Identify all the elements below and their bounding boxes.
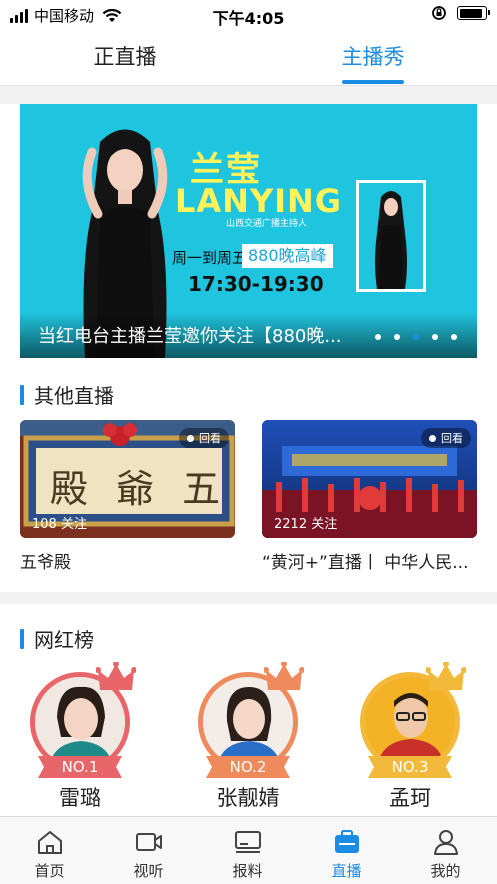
replay-label: 回看 xyxy=(199,432,221,445)
rank-number: NO.1 xyxy=(61,758,99,776)
nav-label: 报料 xyxy=(232,862,263,880)
status-right xyxy=(431,5,490,21)
plaque-text: 殿 爺 五 xyxy=(50,467,229,511)
rank-item[interactable]: NO.3 孟珂 xyxy=(340,662,480,812)
banner-caption: 当红电台主播兰莹邀你关注【880晚... xyxy=(38,326,342,347)
profile-icon xyxy=(434,830,458,855)
section-title: 其他直播 xyxy=(34,384,114,408)
orientation-lock-icon xyxy=(432,6,446,20)
carousel-dot[interactable] xyxy=(432,334,438,340)
replay-badge: 回看 xyxy=(421,428,471,448)
carousel-dots[interactable] xyxy=(375,334,457,340)
viewer-count: 108 关注 xyxy=(32,517,87,532)
divider-band xyxy=(0,592,497,604)
nav-video[interactable]: 视听 xyxy=(99,817,198,884)
nav-label: 我的 xyxy=(430,862,461,880)
rank-name: 张靓婧 xyxy=(216,786,280,810)
crown-icon xyxy=(264,662,304,690)
rank-item[interactable]: NO.2 张靓婧 xyxy=(178,662,318,812)
rank-item[interactable]: NO.1 雷璐 xyxy=(10,662,150,812)
report-icon xyxy=(235,831,261,853)
section-title: 网红榜 xyxy=(34,628,94,652)
live-title: 五爷殿 xyxy=(20,553,71,573)
replay-badge: 回看 xyxy=(179,428,229,448)
video-icon xyxy=(136,833,162,851)
nav-label: 首页 xyxy=(34,862,65,880)
carousel-dot[interactable] xyxy=(394,334,400,340)
rank-number: NO.3 xyxy=(391,758,429,776)
rank-ribbon: NO.3 xyxy=(368,756,452,778)
carousel-dot[interactable] xyxy=(451,334,457,340)
live-thumbnail: 回看 2212 关注 xyxy=(262,420,477,538)
replay-dot-icon xyxy=(187,434,194,442)
tab-host-show[interactable]: 主播秀 xyxy=(303,41,443,71)
status-bar: 中国移动 下午4:05 xyxy=(0,0,497,28)
crown-icon xyxy=(426,662,466,690)
active-tab-indicator xyxy=(342,80,404,84)
nav-home[interactable]: 首页 xyxy=(0,817,99,884)
promo-banner[interactable]: 兰莹 LANYING 山西交通广播主持人 周一到周五 880晚高峰 17:30-… xyxy=(20,104,477,358)
banner-photo-frame xyxy=(356,180,426,292)
rank-ribbon: NO.1 xyxy=(38,756,122,778)
banner-show-name: 880晚高峰 xyxy=(242,244,333,268)
nav-profile[interactable]: 我的 xyxy=(396,817,495,884)
rank-name: 孟珂 xyxy=(389,786,431,810)
replay-dot-icon xyxy=(429,434,436,442)
divider-band xyxy=(0,86,497,104)
live-title: “黄河+”直播丨 中华人民... xyxy=(262,553,469,573)
top-tab-bar: 正直播 主播秀 xyxy=(0,28,497,86)
tab-live-now[interactable]: 正直播 xyxy=(55,41,195,71)
section-marker xyxy=(20,384,24,405)
live-icon xyxy=(335,830,359,853)
carousel-dot[interactable] xyxy=(375,334,381,340)
battery-icon xyxy=(457,6,490,20)
other-live-header: 其他直播 xyxy=(20,380,114,409)
home-icon xyxy=(38,831,62,854)
banner-days: 周一到周五 xyxy=(172,249,248,267)
nav-live[interactable]: 直播 xyxy=(297,817,396,884)
rank-number: NO.2 xyxy=(229,758,267,776)
bottom-nav: 首页 视听 报料 直播 我的 xyxy=(0,816,497,884)
nav-report[interactable]: 报料 xyxy=(198,817,297,884)
section-marker xyxy=(20,628,24,649)
carousel-dot[interactable] xyxy=(413,334,419,340)
banner-host-role: 山西交通广播主持人 xyxy=(226,219,308,229)
banner-host-name-en: LANYING xyxy=(175,182,343,220)
crown-icon xyxy=(96,662,136,690)
replay-label: 回看 xyxy=(441,432,463,445)
nav-label: 直播 xyxy=(331,862,362,880)
rank-name: 雷璐 xyxy=(59,786,101,810)
viewer-count: 2212 关注 xyxy=(274,517,338,532)
nav-label: 视听 xyxy=(133,862,164,880)
battery-level xyxy=(459,8,482,18)
banner-show-time: 17:30-19:30 xyxy=(188,272,324,296)
host-thumbnail-image xyxy=(375,191,407,289)
ranking-header: 网红榜 xyxy=(20,624,94,653)
live-thumbnail: 殿 爺 五 回看 108 关注 xyxy=(20,420,235,538)
rank-ribbon: NO.2 xyxy=(206,756,290,778)
status-time: 下午4:05 xyxy=(212,9,285,28)
